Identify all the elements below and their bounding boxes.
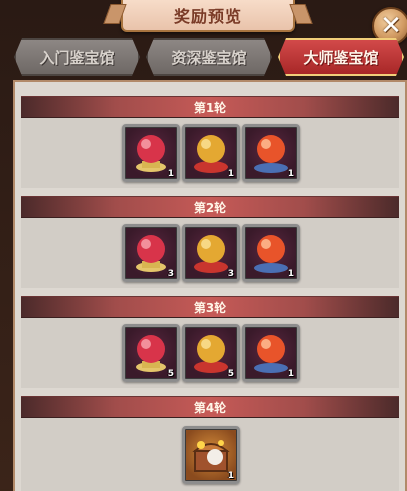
orange-crystal-ball-icon[interactable]: 1	[242, 124, 300, 182]
item-quantity: 5	[167, 369, 174, 379]
dialog-title: 奖励预览	[121, 0, 295, 32]
red-crystal-ball-icon[interactable]: 1	[122, 124, 180, 182]
tab-bar: 入门鉴宝馆 资深鉴宝馆 大师鉴宝馆	[14, 38, 404, 74]
gold-crystal-ball-icon[interactable]: 3	[182, 224, 240, 282]
round-rewards: 3 3 1	[21, 218, 399, 288]
tab-senior-hall[interactable]: 资深鉴宝馆	[146, 38, 272, 76]
red-crystal-ball-icon[interactable]: 3	[122, 224, 180, 282]
round-header: 第2轮	[21, 196, 399, 218]
item-quantity: 5	[227, 369, 234, 379]
round-header: 第1轮	[21, 96, 399, 118]
item-quantity: 1	[287, 369, 294, 379]
round-header: 第3轮	[21, 296, 399, 318]
treasure-chest-icon[interactable]: 1	[182, 426, 240, 484]
item-quantity: 1	[287, 269, 294, 279]
orange-crystal-ball-icon[interactable]: 1	[242, 224, 300, 282]
round-rewards: 1 1 1	[21, 118, 399, 188]
item-quantity: 1	[167, 169, 174, 179]
red-crystal-ball-icon[interactable]: 5	[122, 324, 180, 382]
item-quantity: 1	[227, 471, 234, 481]
gold-crystal-ball-icon[interactable]: 5	[182, 324, 240, 382]
gold-crystal-ball-icon[interactable]: 1	[182, 124, 240, 182]
reward-panel: 第1轮 1 1 1 第2轮 3 3 1 第3轮 5 5 1 第4轮 1	[13, 80, 407, 491]
close-icon[interactable]: ✕	[380, 13, 402, 39]
tab-beginner-hall[interactable]: 入门鉴宝馆	[14, 38, 140, 76]
orange-crystal-ball-icon[interactable]: 1	[242, 324, 300, 382]
item-quantity: 3	[227, 269, 234, 279]
item-quantity: 1	[287, 169, 294, 179]
tab-master-hall[interactable]: 大师鉴宝馆	[278, 38, 404, 76]
item-quantity: 3	[167, 269, 174, 279]
round-header: 第4轮	[21, 396, 399, 418]
round-rewards: 1	[21, 418, 399, 491]
item-quantity: 1	[227, 169, 234, 179]
round-rewards: 5 5 1	[21, 318, 399, 388]
